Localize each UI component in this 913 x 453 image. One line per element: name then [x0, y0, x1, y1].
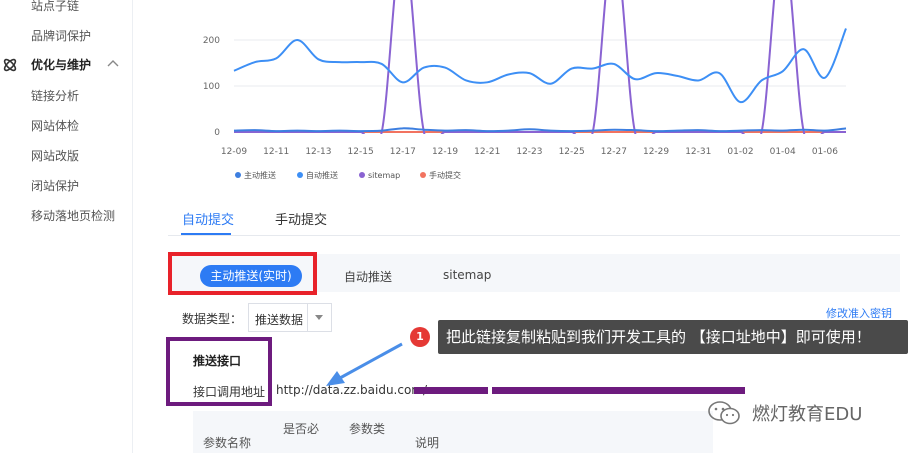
legend-label: 自动推送: [306, 170, 338, 180]
x-tick-label: 01-06: [812, 147, 838, 157]
sidebar-item-brand-protection[interactable]: 品牌词保护: [31, 27, 91, 44]
param-col-name: 参数名称: [203, 436, 252, 450]
y-tick-label: 100: [203, 82, 220, 92]
highlight-red-box: [168, 252, 317, 295]
tab-manual-submit[interactable]: 手动提交: [275, 209, 327, 228]
param-col-required: 是否必: [283, 422, 320, 436]
series-line-2: [234, 0, 846, 134]
chevron-up-icon[interactable]: [106, 57, 120, 71]
datatype-select[interactable]: 推送数据: [248, 303, 332, 332]
modify-key-link[interactable]: 修改准入密钥: [826, 305, 892, 321]
legend-label: 手动提交: [429, 170, 461, 180]
watermark: 燃灯教育EDU: [705, 398, 895, 428]
series-line-0: [233, 127, 847, 133]
api-address-label: 接口调用地址: [193, 385, 266, 399]
wechat-icon: [708, 401, 740, 425]
x-tick-label: 12-25: [559, 147, 585, 157]
sidebar-item-link-analysis[interactable]: 链接分析: [31, 87, 79, 104]
caret-down-icon: [315, 315, 323, 320]
x-tick-label: 12-23: [516, 147, 542, 157]
y-tick-label: 200: [203, 36, 220, 46]
y-tick-label: 0: [214, 128, 220, 138]
x-tick-label: 01-04: [770, 147, 796, 157]
x-tick-label: 12-27: [601, 147, 627, 157]
annotation-badge: 1: [410, 327, 430, 347]
optimize-icon: [3, 58, 17, 72]
x-tick-label: 12-09: [221, 147, 247, 157]
sidebar-item-site-revision[interactable]: 网站改版: [31, 147, 79, 164]
legend-marker: [297, 172, 303, 178]
subtab-sitemap[interactable]: sitemap: [443, 268, 491, 282]
legend-marker: [235, 172, 241, 178]
x-tick-label: 01-02: [727, 147, 753, 157]
x-tick-label: 12-13: [305, 147, 331, 157]
sidebar-item-site-checkup[interactable]: 网站体检: [31, 117, 79, 134]
sidebar-item-site-sublinks[interactable]: 站点子链: [31, 0, 79, 14]
watermark-text: 燃灯教育EDU: [752, 404, 863, 425]
datatype-label: 数据类型：: [182, 312, 243, 326]
legend-label: sitemap: [368, 171, 400, 180]
sidebar-group-optimize[interactable]: 优化与维护: [2, 56, 130, 74]
sidebar: 站点子链 品牌词保护 优化与维护 链接分析 网站体检 网站改版 闭站保护 移动落…: [0, 0, 133, 453]
sidebar-group-label: 优化与维护: [31, 58, 92, 72]
api-address-url[interactable]: http://data.zz.baidu.com/u: [276, 383, 435, 397]
tabs-divider: [168, 235, 900, 236]
tab-auto-submit[interactable]: 自动提交: [182, 209, 234, 228]
sidebar-item-site-closure[interactable]: 闭站保护: [31, 177, 79, 194]
x-tick-label: 12-21: [474, 147, 500, 157]
x-tick-label: 12-29: [643, 147, 669, 157]
push-api-title: 推送接口: [193, 354, 242, 368]
redaction-bar: [414, 387, 488, 394]
push-trend-chart: 0 100 200 12-09 12-11 12-13 12-15 12-17 12-19 12-…: [190, 0, 850, 190]
chart-svg: 0 100 200 12-09 12-11 12-13 12-15 12-17 12-19 12-…: [203, 0, 847, 180]
select-divider: [307, 304, 308, 331]
legend-label: 主动推送: [244, 170, 276, 180]
param-col-desc: 说明: [415, 436, 440, 450]
x-tick-label: 12-31: [685, 147, 711, 157]
legend-marker: [359, 172, 365, 178]
legend-marker: [420, 172, 426, 178]
param-table-header: 参数名称 是否必 参数类 说明: [193, 411, 713, 453]
annotation-callout: 把此链接复制粘贴到我们开发工具的 【接口址地中】即可使用！: [438, 320, 908, 354]
x-tick-label: 12-15: [348, 147, 374, 157]
x-tick-label: 12-19: [432, 147, 458, 157]
sidebar-item-mobile-landing[interactable]: 移动落地页检测: [31, 207, 115, 224]
x-tick-label: 12-11: [263, 147, 289, 157]
subtab-auto-push[interactable]: 自动推送: [344, 268, 392, 285]
x-tick-label: 12-17: [390, 147, 416, 157]
param-col-type: 参数类: [349, 422, 386, 436]
redaction-bar: [492, 387, 745, 394]
datatype-select-value: 推送数据: [255, 313, 304, 327]
